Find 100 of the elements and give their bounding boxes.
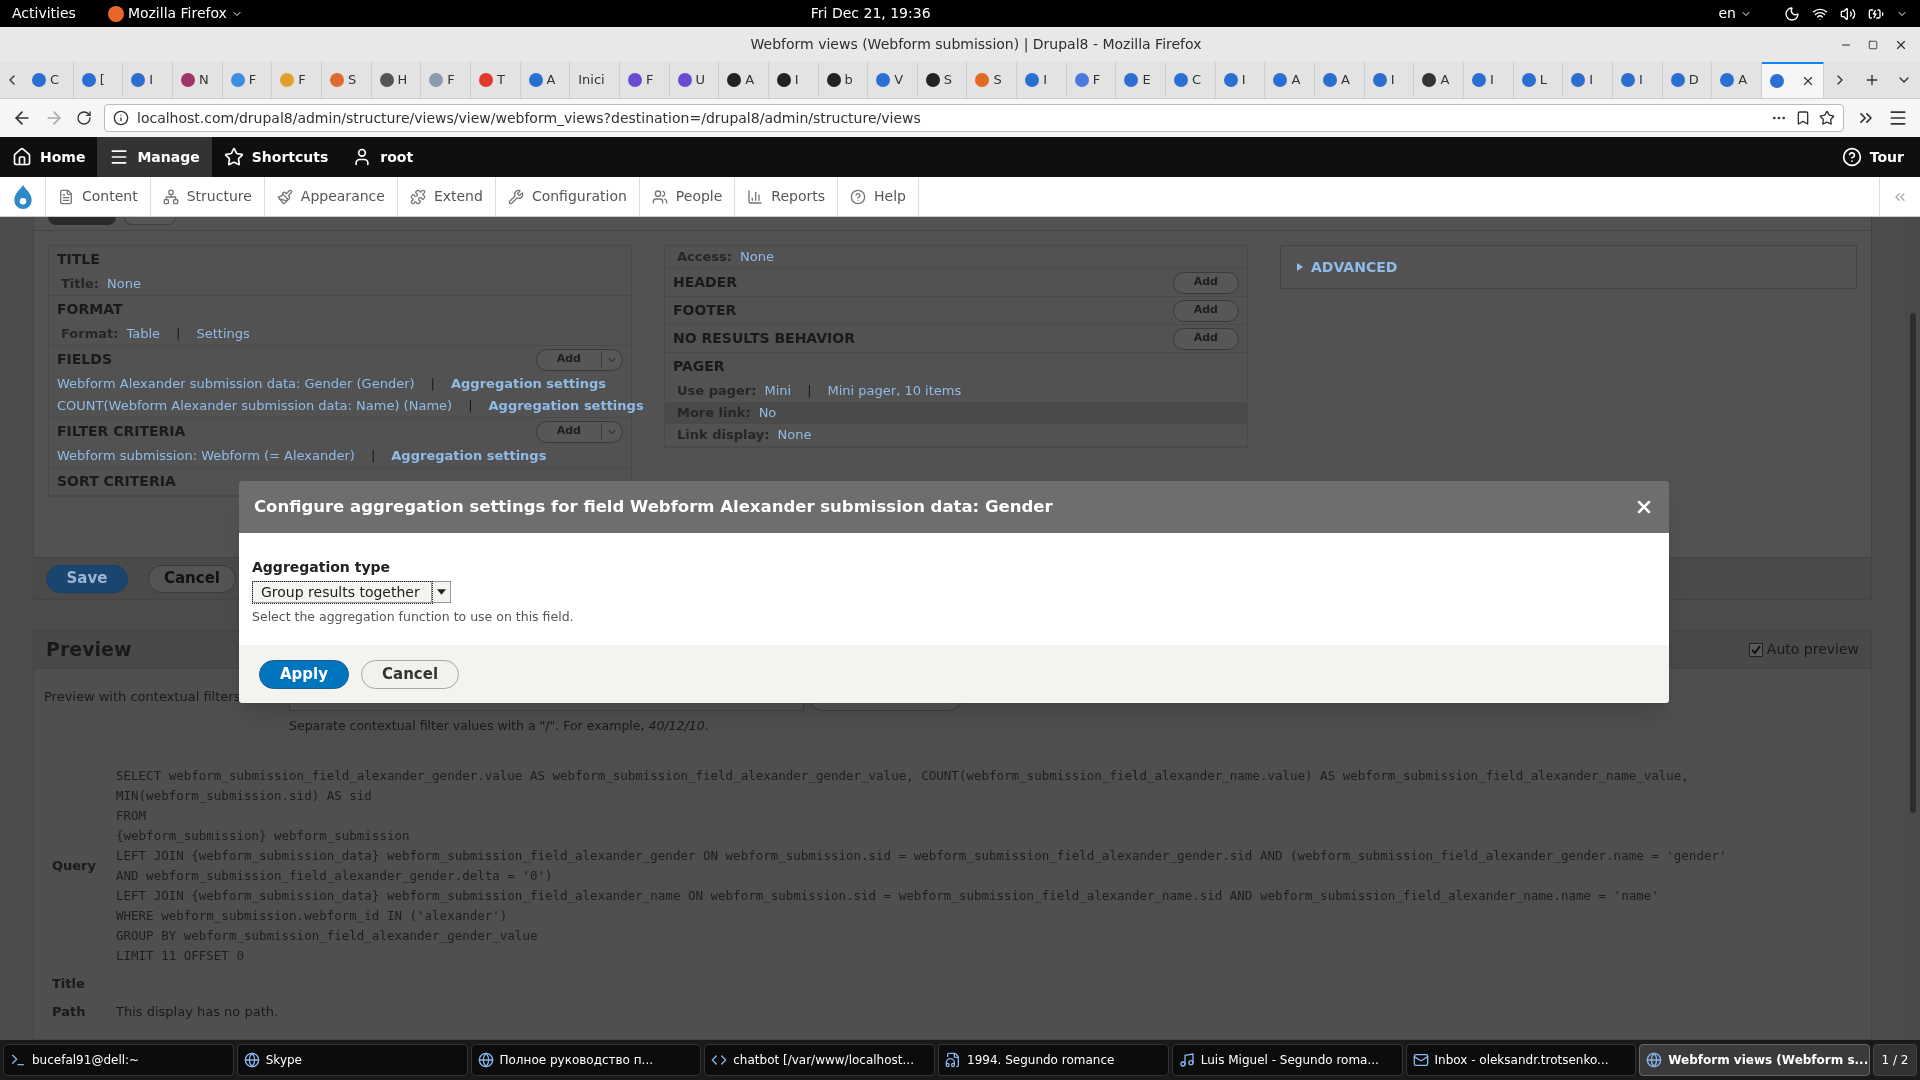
- browser-tab[interactable]: A: [1265, 62, 1316, 98]
- browser-tab[interactable]: S: [321, 62, 372, 98]
- tray-item[interactable]: Help: [837, 177, 918, 216]
- advanced-panel[interactable]: ADVANCED: [1280, 245, 1857, 289]
- browser-tab[interactable]: A: [520, 62, 571, 98]
- section-heading: FIELDS: [57, 350, 112, 369]
- tray-item[interactable]: People: [638, 177, 735, 216]
- checkbox[interactable]: [1748, 642, 1763, 657]
- volume-icon[interactable]: [1840, 5, 1856, 22]
- setting-link[interactable]: None: [107, 274, 141, 294]
- expand-triangle-icon: [1297, 263, 1303, 271]
- browser-tab[interactable]: F: [272, 62, 322, 98]
- browser-tab[interactable]: L: [1513, 62, 1564, 98]
- maximize-icon[interactable]: [1868, 39, 1878, 50]
- browser-tab[interactable]: I: [1464, 62, 1514, 98]
- setting-link[interactable]: Table: [126, 324, 161, 344]
- app-menu[interactable]: Mozilla Firefox: [107, 3, 243, 24]
- pocket-icon[interactable]: [1795, 110, 1811, 126]
- language-menu[interactable]: en: [1718, 3, 1752, 24]
- browser-tab[interactable]: b: [818, 62, 869, 98]
- activities-button[interactable]: Activities: [12, 3, 76, 24]
- browser-tab[interactable]: A: [1315, 62, 1365, 98]
- bookmark-star-icon[interactable]: [1819, 110, 1835, 126]
- browser-tab[interactable]: F: [222, 62, 273, 98]
- tour-button[interactable]: Tour: [1825, 137, 1920, 177]
- browser-tab[interactable]: A: [719, 62, 769, 98]
- browser-tab[interactable]: C: [1166, 62, 1216, 98]
- toolbar-item[interactable]: Shortcuts: [211, 137, 341, 177]
- browser-tab[interactable]: I: [1364, 62, 1415, 98]
- setting-link[interactable]: Webform submission: Webform (= Alexander): [57, 446, 355, 466]
- browser-tab[interactable]: S: [917, 62, 968, 98]
- clock[interactable]: Fri Dec 21, 19:36: [810, 3, 1151, 24]
- save-button[interactable]: Save: [46, 564, 128, 593]
- check-icon: [1750, 644, 1761, 655]
- moon-icon[interactable]: [1784, 5, 1800, 22]
- setting-link[interactable]: Mini: [764, 381, 792, 401]
- browser-tab[interactable]: [: [73, 62, 124, 98]
- browser-tab[interactable]: I: [1017, 62, 1067, 98]
- browser-tab[interactable]: E: [1116, 62, 1167, 98]
- browser-tab[interactable]: D: [1662, 62, 1713, 98]
- section-heading: FORMAT: [57, 300, 123, 319]
- browser-tab[interactable]: U: [669, 62, 720, 98]
- setting-link[interactable]: Mini pager, 10 items: [827, 381, 962, 401]
- toolbar-item[interactable]: root: [340, 137, 426, 177]
- new-tab-icon[interactable]: [1864, 72, 1880, 88]
- browser-tab[interactable]: F: [619, 62, 670, 98]
- browser-tab[interactable]: I: [123, 62, 173, 98]
- taskbar-item[interactable]: Skype: [236, 1044, 468, 1076]
- browser-tab[interactable]: T: [470, 62, 521, 98]
- aggregation-select[interactable]: Group results together: [252, 581, 451, 603]
- toolbar-item[interactable]: Manage: [97, 137, 212, 177]
- browser-tab[interactable]: Inici: [570, 62, 620, 98]
- browser-tab[interactable]: F: [421, 62, 471, 98]
- browser-tab[interactable]: I: [1215, 62, 1266, 98]
- taskbar-item[interactable]: Luis Miguel - Segundo roma...: [1171, 1044, 1403, 1076]
- toolbar-item[interactable]: Home: [0, 137, 98, 177]
- apply-button[interactable]: Apply: [259, 659, 349, 689]
- cancel-button[interactable]: Cancel: [361, 659, 460, 689]
- tray-item[interactable]: Structure: [149, 177, 264, 216]
- info-icon[interactable]: [113, 110, 129, 126]
- tray-item[interactable]: Reports: [734, 177, 838, 216]
- tray-item[interactable]: Extend: [396, 177, 495, 216]
- setting-link[interactable]: Webform Alexander submission data: Gender (Gender): [57, 374, 415, 394]
- browser-tab[interactable]: H: [371, 62, 422, 98]
- taskbar-item[interactable]: 1994. Segundo romance: [938, 1044, 1169, 1076]
- address-bar[interactable]: localhost.com/drupal8/admin/structure/views/view/webform_views?destination=/drupal8/admin/structure/views: [104, 104, 1844, 132]
- tray-item[interactable]: Content: [45, 177, 150, 216]
- taskbar-item[interactable]: Webform views (Webform s...: [1639, 1044, 1870, 1076]
- browser-tab[interactable]: I: [1613, 62, 1663, 98]
- aggregation-link[interactable]: Aggregation settings: [451, 374, 607, 394]
- browser-tab[interactable]: S: [967, 62, 1018, 98]
- drupal-logo[interactable]: [11, 183, 34, 210]
- menu-icon[interactable]: [1888, 108, 1908, 128]
- browser-tab[interactable]: I: [1563, 62, 1613, 98]
- workspace-pager[interactable]: 1 / 2: [1873, 1044, 1917, 1076]
- aggregation-link[interactable]: Aggregation settings: [391, 446, 547, 466]
- browser-tab[interactable]: N: [172, 62, 223, 98]
- people-icon: [651, 188, 668, 205]
- globe-icon: [1646, 1052, 1663, 1068]
- setting-link[interactable]: Settings: [196, 324, 250, 344]
- reload-icon[interactable]: [76, 110, 92, 126]
- taskbar-item[interactable]: chatbot [/var/www/localhost...: [704, 1044, 935, 1076]
- setting-link[interactable]: COUNT(Webform Alexander submission data: Name) (Name): [57, 396, 453, 416]
- browser-tab[interactable]: [1761, 62, 1824, 98]
- star-icon: [223, 147, 244, 167]
- setting-link[interactable]: No: [758, 403, 777, 423]
- browser-tab[interactable]: V: [868, 62, 918, 98]
- setting-link[interactable]: None: [777, 425, 812, 445]
- browser-tab[interactable]: A: [1414, 62, 1465, 98]
- taskbar-item[interactable]: Полное руководство п...: [470, 1044, 702, 1076]
- aggregation-link[interactable]: Aggregation settings: [488, 396, 644, 416]
- setting-link[interactable]: None: [739, 247, 774, 267]
- taskbar-item[interactable]: bucefal91@dell:~: [3, 1044, 234, 1076]
- tray-item[interactable]: Configuration: [494, 177, 639, 216]
- browser-tab[interactable]: I: [768, 62, 819, 98]
- browser-tab[interactable]: A: [1712, 62, 1762, 98]
- taskbar-item[interactable]: Inbox - oleksandr.trotsenko...: [1405, 1044, 1637, 1076]
- browser-tab[interactable]: F: [1066, 62, 1117, 98]
- browser-tab[interactable]: C: [24, 62, 74, 98]
- tray-item[interactable]: Appearance: [263, 177, 397, 216]
